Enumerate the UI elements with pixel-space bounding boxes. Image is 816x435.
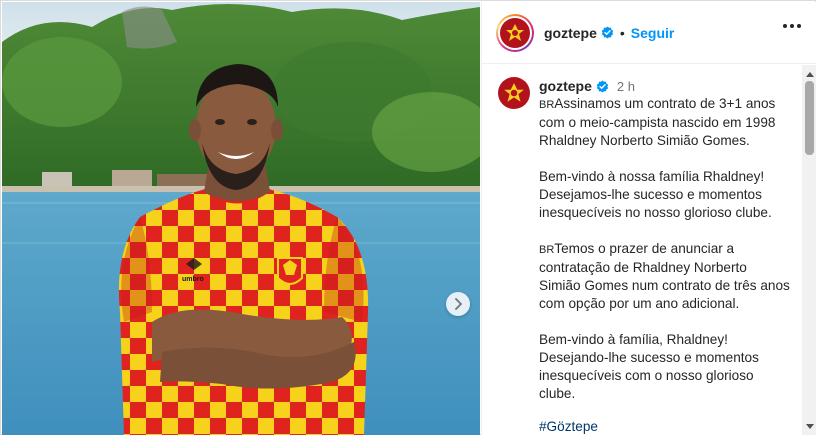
caption-paragraph: Bem-vindo à família, Rhaldney! Desejando…	[539, 332, 759, 401]
scrollbar[interactable]	[802, 65, 816, 435]
caption-paragraph: Bem-vindo à nossa família Rhaldney! Dese…	[539, 169, 772, 220]
post-time[interactable]: 2 h	[617, 79, 635, 94]
brazil-flag-icon: BR	[539, 244, 555, 256]
hashtag-link[interactable]: #Göztepe	[539, 419, 598, 434]
post-photo[interactable]: umbro	[2, 2, 480, 435]
caption-paragraph: BRTemos o prazer de anunciar a contrataç…	[539, 241, 790, 311]
caption-username[interactable]: goztepe	[539, 78, 592, 94]
post-header: goztepe • Seguir	[482, 2, 816, 64]
scroll-up-arrow-icon[interactable]	[805, 69, 814, 79]
comments-area[interactable]: goztepe 2 h BRAssinamos um contrato de 3…	[482, 65, 802, 435]
avatar	[500, 17, 530, 48]
follow-button[interactable]: Seguir	[631, 25, 675, 41]
scroll-down-arrow-icon[interactable]	[805, 421, 814, 431]
story-ring[interactable]	[496, 13, 534, 52]
caption: goztepe 2 h BRAssinamos um contrato de 3…	[498, 77, 802, 435]
verified-badge-icon	[601, 26, 614, 39]
post-modal: umbro goztepe • Seguir goztepe 2 h BRAss…	[0, 0, 816, 435]
scrollbar-thumb[interactable]	[805, 81, 814, 155]
caption-paragraph: BRAssinamos um contrato de 3+1 anos com …	[539, 96, 776, 148]
club-logo-icon	[506, 23, 524, 41]
club-logo-icon	[504, 83, 524, 102]
header-username[interactable]: goztepe	[544, 25, 597, 41]
brazil-flag-icon: BR	[539, 99, 555, 111]
verified-badge-icon	[596, 80, 609, 93]
caption-avatar[interactable]	[498, 77, 530, 109]
separator-dot: •	[619, 24, 625, 41]
jersey-brand-text: umbro	[182, 276, 204, 283]
next-photo-button[interactable]	[446, 292, 470, 316]
chevron-right-icon	[455, 298, 462, 310]
player-photo: umbro	[2, 2, 480, 435]
more-options-icon[interactable]	[783, 24, 801, 28]
post-side-panel: goztepe • Seguir goztepe 2 h BRAssinamos…	[481, 2, 816, 435]
